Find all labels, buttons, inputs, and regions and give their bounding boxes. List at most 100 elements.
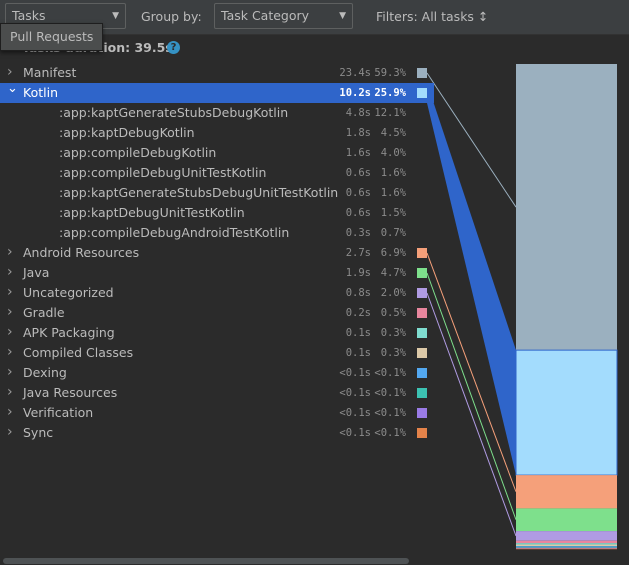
bar-segment-sync[interactable] [516, 548, 617, 550]
bar-segment-uncategorized[interactable] [516, 531, 617, 541]
category-time: 10.2s [339, 87, 371, 99]
color-swatch [417, 88, 427, 98]
category-time: 23.4s [339, 67, 371, 79]
category-name: Java [23, 265, 50, 280]
color-swatch [417, 408, 427, 418]
category-percent: <0.1% [374, 407, 406, 419]
category-time: 2.7s [345, 247, 371, 259]
tree-row-compiled-classes[interactable]: › Compiled Classes 0.1s 0.3% [0, 343, 434, 363]
category-name: Java Resources [23, 385, 118, 400]
category-percent: 25.9% [374, 87, 406, 99]
task-percent: 4.0% [380, 147, 406, 159]
task-name: :app:kaptGenerateStubsDebugUnitTestKotli… [59, 185, 339, 200]
tree-row-task[interactable]: :app:compileDebugAndroidTestKotlin 0.3s 0.… [0, 223, 434, 243]
category-time: 1.9s [345, 267, 371, 279]
tree-row-task[interactable]: :app:kaptGenerateStubsDebugKotlin 4.8s 12.… [0, 103, 434, 123]
chevron-right-icon[interactable]: › [7, 302, 17, 322]
task-percent: 4.5% [380, 127, 406, 139]
task-percent: 0.7% [380, 227, 406, 239]
color-swatch [417, 248, 427, 258]
task-name: :app:compileDebugAndroidTestKotlin [59, 225, 290, 240]
bar-segment-java-resources[interactable] [516, 546, 617, 548]
tooltip: Pull Requests [0, 23, 104, 51]
color-swatch [417, 328, 427, 338]
tree-row-task[interactable]: :app:kaptGenerateStubsDebugUnitTestKotli… [0, 183, 434, 203]
category-percent: 0.3% [380, 327, 406, 339]
task-name: :app:compileDebugKotlin [59, 145, 217, 160]
category-time: <0.1s [339, 427, 371, 439]
chevron-right-icon[interactable]: › [7, 342, 17, 362]
task-time: 4.8s [345, 107, 371, 119]
tree-row-sync[interactable]: › Sync <0.1s <0.1% [0, 423, 434, 443]
tree-row-task[interactable]: :app:compileDebugUnitTestKotlin 0.6s 1.6% [0, 163, 434, 183]
chevron-right-icon[interactable]: › [7, 242, 17, 262]
category-name: Sync [23, 425, 54, 440]
category-name: Dexing [23, 365, 67, 380]
bar-segment-android-resources[interactable] [516, 475, 617, 509]
chevron-down-icon[interactable]: ⌄ [7, 79, 18, 99]
chevron-right-icon[interactable]: › [7, 382, 17, 402]
category-percent: 4.7% [380, 267, 406, 279]
tree-row-verification[interactable]: › Verification <0.1s <0.1% [0, 403, 434, 423]
bar-segment-java[interactable] [516, 508, 617, 532]
bar-segment-gradle[interactable] [516, 540, 617, 544]
category-percent: <0.1% [374, 367, 406, 379]
color-swatch [417, 428, 427, 438]
connector-kotlin [427, 83, 516, 476]
tree-row-apk-packaging[interactable]: › APK Packaging 0.1s 0.3% [0, 323, 434, 343]
category-name: Verification [23, 405, 94, 420]
task-name: :app:compileDebugUnitTestKotlin [59, 165, 267, 180]
task-time: 0.6s [345, 167, 371, 179]
tree-row-gradle[interactable]: › Gradle 0.2s 0.5% [0, 303, 434, 323]
chevron-right-icon[interactable]: › [7, 282, 17, 302]
bar-segment-verification[interactable] [516, 547, 617, 549]
category-percent: <0.1% [374, 387, 406, 399]
category-time: 0.1s [345, 347, 371, 359]
category-name: APK Packaging [23, 325, 115, 340]
chevron-right-icon[interactable]: › [7, 422, 17, 442]
tree-row-task[interactable]: :app:kaptDebugKotlin 1.8s 4.5% [0, 123, 434, 143]
chevron-right-icon[interactable]: › [7, 262, 17, 282]
color-swatch [417, 288, 427, 298]
chevron-right-icon[interactable]: › [7, 362, 17, 382]
category-percent: <0.1% [374, 427, 406, 439]
tree-row-task[interactable]: :app:compileDebugKotlin 1.6s 4.0% [0, 143, 434, 163]
bar-segment-compiled-classes[interactable] [516, 544, 617, 547]
category-time: 0.1s [345, 327, 371, 339]
color-swatch [417, 388, 427, 398]
category-percent: 0.5% [380, 307, 406, 319]
category-percent: 0.3% [380, 347, 406, 359]
bar-segment-apk-packaging[interactable] [516, 543, 617, 545]
color-swatch [417, 308, 427, 318]
category-time: 0.8s [345, 287, 371, 299]
bar-segment-dexing[interactable] [516, 546, 617, 547]
category-name: Gradle [23, 305, 65, 320]
tree-row-java[interactable]: › Java 1.9s 4.7% [0, 263, 434, 283]
color-swatch [417, 268, 427, 278]
task-time: 1.8s [345, 127, 371, 139]
task-name: :app:kaptDebugKotlin [59, 125, 195, 140]
category-name: Uncategorized [23, 285, 114, 300]
category-time: <0.1s [339, 407, 371, 419]
bar-segment-manifest[interactable] [516, 64, 617, 351]
tree-row-manifest[interactable]: › Manifest 23.4s 59.3% [0, 63, 434, 83]
tree-row-task[interactable]: :app:kaptDebugUnitTestKotlin 0.6s 1.5% [0, 203, 434, 223]
tree-row-dexing[interactable]: › Dexing <0.1s <0.1% [0, 363, 434, 383]
bar-segment-kotlin[interactable] [515, 349, 618, 476]
task-time: 1.6s [345, 147, 371, 159]
tree-row-java-resources[interactable]: › Java Resources <0.1s <0.1% [0, 383, 434, 403]
category-percent: 6.9% [380, 247, 406, 259]
tree-row-kotlin[interactable]: ⌄ Kotlin 10.2s 25.9% [0, 81, 434, 103]
category-time: <0.1s [339, 387, 371, 399]
task-time: 0.6s [345, 207, 371, 219]
category-time: <0.1s [339, 367, 371, 379]
chevron-right-icon[interactable]: › [7, 322, 17, 342]
tree-row-android-resources[interactable]: › Android Resources 2.7s 6.9% [0, 243, 434, 263]
tree-row-uncategorized[interactable]: › Uncategorized 0.8s 2.0% [0, 283, 434, 303]
task-percent: 12.1% [374, 107, 406, 119]
task-percent: 1.6% [380, 187, 406, 199]
horizontal-scrollbar[interactable] [3, 558, 409, 564]
task-percent: 1.5% [380, 207, 406, 219]
chevron-right-icon[interactable]: › [7, 402, 17, 422]
task-name: :app:kaptDebugUnitTestKotlin [59, 205, 245, 220]
